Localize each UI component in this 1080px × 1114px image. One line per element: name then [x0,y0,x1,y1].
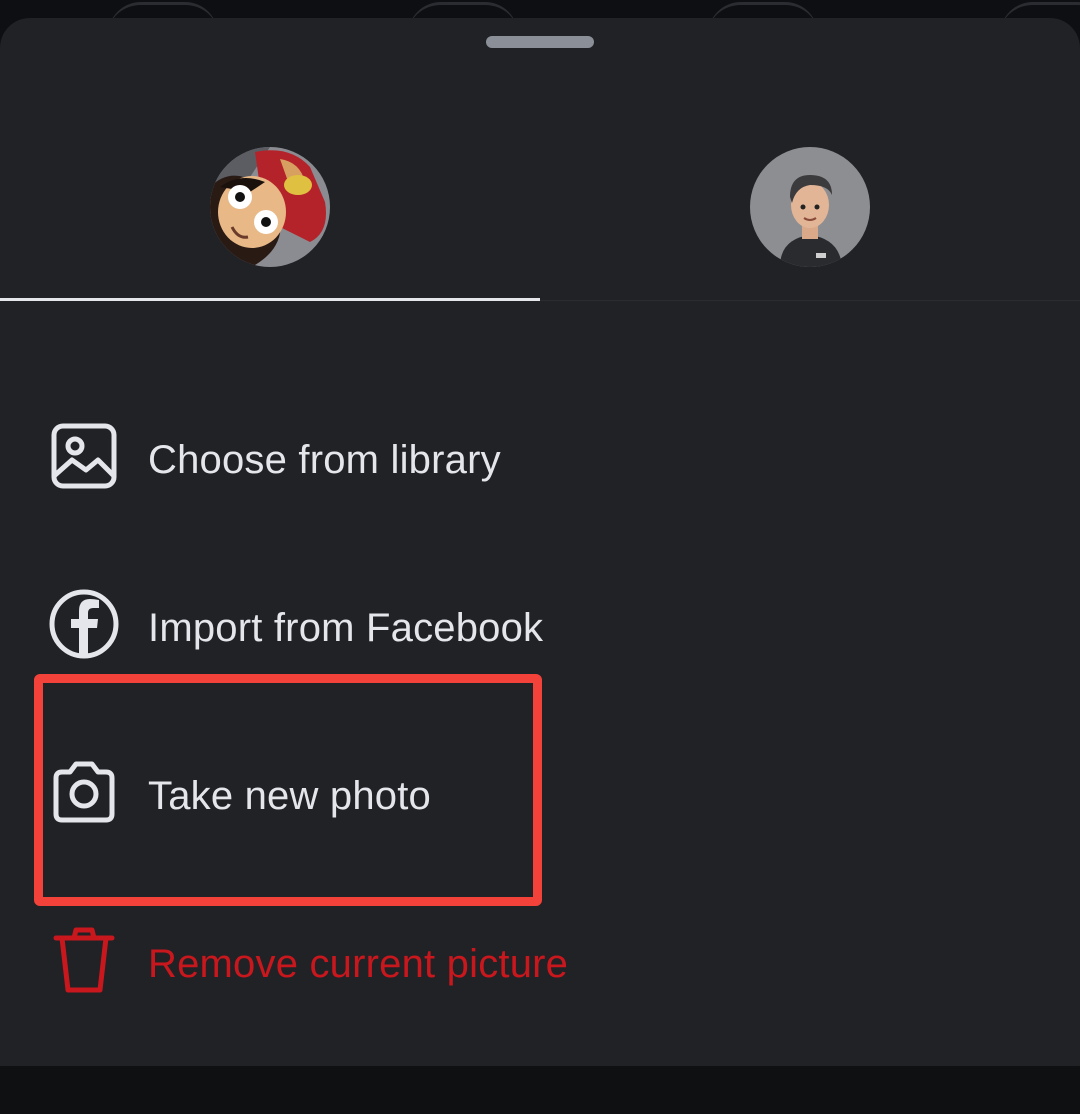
avatar-account-1[interactable] [210,147,330,267]
choose-from-library-option[interactable]: Choose from library [0,400,1080,520]
import-from-facebook-option[interactable]: Import from Facebook [0,568,1080,688]
drag-handle[interactable] [486,36,594,48]
tab-divider [540,300,1080,301]
avatar-account-2[interactable] [750,147,870,267]
remove-current-picture-option[interactable]: Remove current picture [0,904,1080,1024]
tab-selected-indicator [0,298,540,301]
take-new-photo-option[interactable]: Take new photo [0,736,1080,856]
take-new-photo-label: Take new photo [148,774,431,818]
trash-icon [46,922,122,998]
system-nav-area [0,1066,1080,1114]
facebook-icon [46,586,122,662]
image-icon [46,420,122,496]
choose-from-library-label: Choose from library [148,438,501,482]
remove-current-picture-label: Remove current picture [148,942,569,986]
import-from-facebook-label: Import from Facebook [148,606,544,650]
camera-icon [46,754,122,830]
